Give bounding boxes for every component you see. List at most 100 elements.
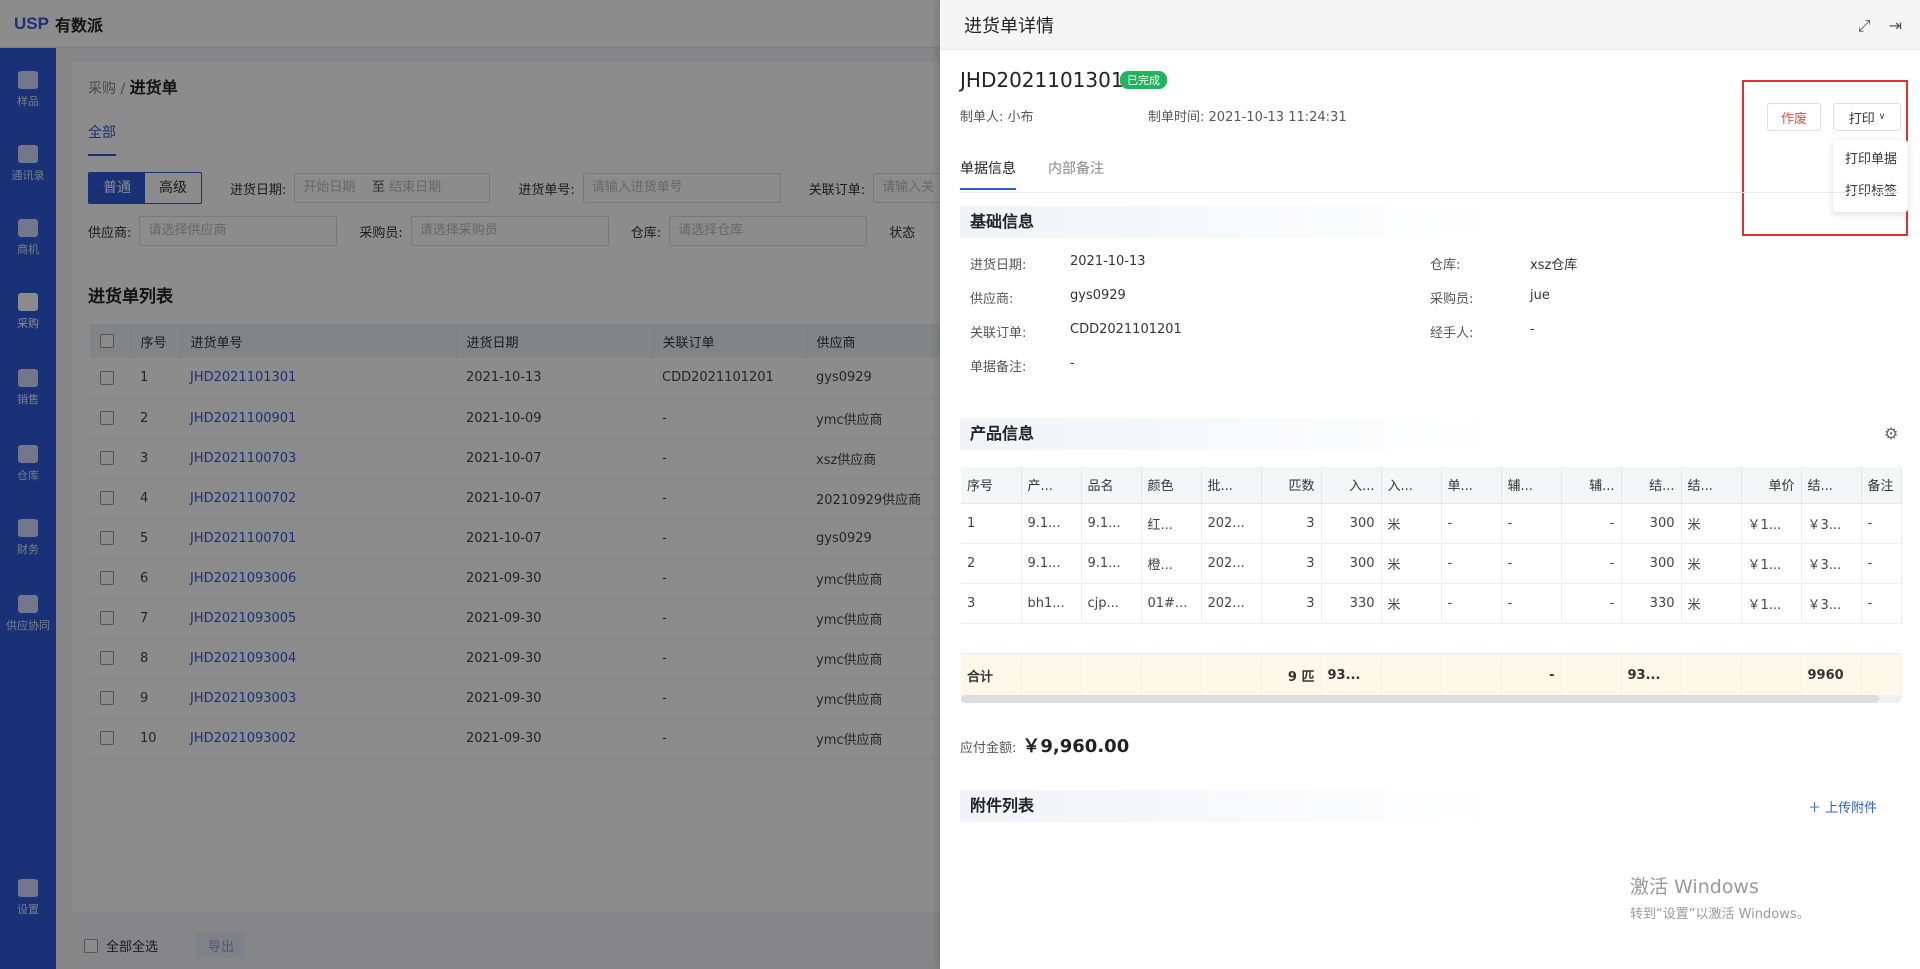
column-settings-gear-icon[interactable]: ⚙: [1884, 424, 1898, 443]
basic-info-title: 基础信息: [960, 206, 1500, 238]
product-cell: ￥1...: [1741, 503, 1802, 544]
creator-info: 制单人: 小布: [960, 110, 1034, 125]
field-warehouse: 仓库: xsz仓库: [1430, 258, 1578, 273]
product-cell: 米: [1381, 583, 1442, 624]
total-cell: 9960: [1801, 653, 1862, 698]
product-col-header: 结...: [1681, 467, 1742, 504]
product-cell: 橙...: [1141, 543, 1202, 584]
horizontal-scrollbar[interactable]: [961, 695, 1879, 703]
product-cell: 330: [1321, 583, 1382, 624]
tab-doc-info[interactable]: 单据信息: [960, 158, 1016, 190]
total-cell: [1561, 653, 1622, 698]
product-col-header: 单...: [1441, 467, 1502, 504]
doc-number: JHD2021101301: [960, 68, 1124, 92]
total-cell: [1081, 653, 1142, 698]
drawer-header: 进货单详情 ⤢ ⇥: [940, 0, 1920, 50]
product-cell: 330: [1621, 583, 1682, 624]
product-col-header: 匹数: [1261, 467, 1322, 504]
void-button[interactable]: 作废: [1767, 103, 1821, 131]
product-cell: 3: [961, 583, 1022, 624]
product-cell: -: [1861, 543, 1902, 584]
product-col-header: 入...: [1321, 467, 1382, 504]
upload-attachment-button[interactable]: ＋ 上传附件: [1808, 797, 1877, 816]
product-cell: -: [1501, 583, 1562, 624]
product-cell: 1: [961, 503, 1022, 544]
table-row: 1 9.1... 9.1... 红... 202... 3 300 米 - - -300 米 ￥1...…: [961, 503, 1902, 544]
product-cell: 9.1...: [1021, 543, 1082, 584]
drawer-tabs: 单据信息 内部备注: [960, 158, 1104, 190]
field-date: 进货日期: 2021-10-13: [970, 254, 1146, 273]
product-table: 序号 产... 品名 颜色 批... 匹数 入... 入... 单... 辅... 辅... 结...…: [961, 467, 1902, 698]
product-cell: 米: [1681, 543, 1742, 584]
detail-drawer: 进货单详情 ⤢ ⇥ JHD2021101301 已完成 制单人: 小布 制单时间…: [940, 0, 1920, 969]
total-cell: 93...: [1621, 653, 1682, 698]
payable-amount: 应付金额: ￥9,960.00: [960, 736, 1130, 757]
product-cell: -: [1501, 503, 1562, 544]
print-dropdown-menu: 打印单据 打印标签: [1833, 140, 1908, 212]
product-col-header: 结...: [1621, 467, 1682, 504]
total-cell: [1381, 653, 1442, 698]
field-handler: 经手人: -: [1430, 322, 1535, 341]
total-cell: -: [1501, 653, 1562, 698]
total-cell: 9 匹: [1261, 653, 1322, 698]
product-cell: ￥3...: [1801, 543, 1862, 584]
total-cell: [1141, 653, 1202, 698]
product-cell: 3: [1261, 583, 1322, 624]
table-row: 3 bh1... cjp... 01#... 202... 3 330 米 - - -330 米 ￥1.…: [961, 583, 1902, 624]
product-cell: 300: [1321, 503, 1382, 544]
product-cell: -: [1441, 503, 1502, 544]
tab-divider: [960, 192, 1900, 193]
product-cell: -: [1561, 583, 1622, 624]
menu-print-document[interactable]: 打印单据: [1833, 144, 1908, 176]
product-cell: 米: [1681, 503, 1742, 544]
field-order: 关联订单: CDD2021101201: [970, 322, 1182, 341]
total-cell: [1201, 653, 1262, 698]
product-cell: 202...: [1201, 543, 1262, 584]
product-cell: ￥3...: [1801, 503, 1862, 544]
product-col-header: 序号: [961, 467, 1022, 504]
total-cell: [1741, 653, 1802, 698]
product-cell: 01#...: [1141, 583, 1202, 624]
plus-icon: ＋: [1808, 801, 1822, 816]
total-cell: [1681, 653, 1742, 698]
product-col-header: 单价: [1741, 467, 1802, 504]
product-cell: 202...: [1201, 503, 1262, 544]
attachments-title: 附件列表: [960, 790, 1500, 822]
product-cell: bh1...: [1021, 583, 1082, 624]
product-cell: ￥1...: [1741, 543, 1802, 584]
product-col-header: 品名: [1081, 467, 1142, 504]
product-cell: 9.1...: [1081, 543, 1142, 584]
product-cell: 300: [1321, 543, 1382, 584]
field-remark: 单据备注: -: [970, 356, 1075, 375]
close-drawer-icon[interactable]: ⇥: [1889, 16, 1902, 36]
product-cell: 9.1...: [1081, 503, 1142, 544]
total-cell: [1861, 653, 1902, 698]
product-cell: ￥3...: [1801, 583, 1862, 624]
total-cell: [1021, 653, 1082, 698]
product-col-header: 颜色: [1141, 467, 1202, 504]
windows-activation-watermark: 激活 Windows 转到“设置”以激活 Windows。: [1630, 876, 1810, 922]
product-cell: 2: [961, 543, 1022, 584]
product-cell: 米: [1681, 583, 1742, 624]
product-cell: -: [1441, 543, 1502, 584]
created-time-info: 制单时间: 2021-10-13 11:24:31: [1148, 110, 1347, 125]
product-col-header: 辅...: [1561, 467, 1622, 504]
product-table-header: 序号 产... 品名 颜色 批... 匹数 入... 入... 单... 辅... 辅... 结...…: [961, 467, 1902, 504]
product-col-header: 入...: [1381, 467, 1442, 504]
product-cell: cjp...: [1081, 583, 1142, 624]
chevron-down-icon: ∨: [1878, 112, 1886, 122]
product-col-header: 产...: [1021, 467, 1082, 504]
product-cell: -: [1501, 543, 1562, 584]
empty-row: [961, 623, 1901, 654]
product-cell: 9.1...: [1021, 503, 1082, 544]
print-button[interactable]: 打印 ∨: [1833, 103, 1901, 131]
modal-overlay[interactable]: [0, 0, 940, 969]
product-cell: -: [1561, 543, 1622, 584]
product-cell: 202...: [1201, 583, 1262, 624]
fullscreen-icon[interactable]: ⤢: [1858, 16, 1871, 36]
product-info-title: 产品信息: [960, 418, 1500, 450]
tab-internal-notes[interactable]: 内部备注: [1048, 158, 1104, 190]
status-badge: 已完成: [1120, 71, 1167, 89]
product-cell: -: [1561, 503, 1622, 544]
product-cell: 3: [1261, 543, 1322, 584]
